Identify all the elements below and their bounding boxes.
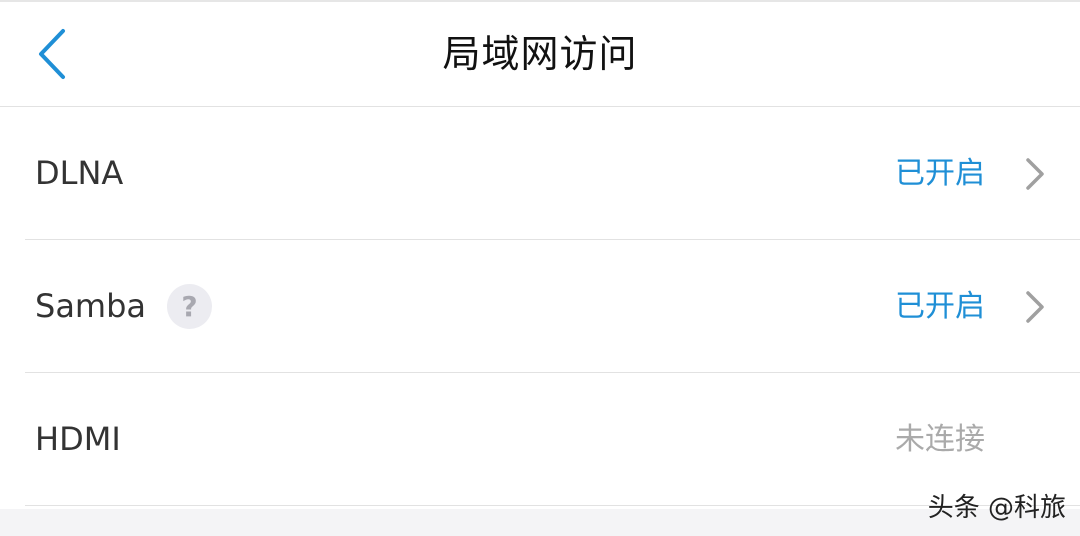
page-title: 局域网访问 <box>442 32 638 76</box>
list-item-samba[interactable]: Samba ? 已开启 <box>0 240 1080 373</box>
row-label: DLNA <box>35 154 124 192</box>
chevron-right-icon <box>1026 291 1044 323</box>
watermark-text: 头条 @科旅 <box>927 493 1066 523</box>
page-background <box>0 509 1080 536</box>
list-item-dlna[interactable]: DLNA 已开启 <box>0 107 1080 240</box>
status-text: 已开启 <box>895 289 985 324</box>
chevron-right-icon <box>1026 158 1044 190</box>
divider <box>25 505 1080 506</box>
chevron-left-icon <box>39 29 65 79</box>
back-button[interactable] <box>22 20 82 88</box>
status-text: 未连接 <box>895 422 985 457</box>
help-icon[interactable]: ? <box>167 284 212 329</box>
row-label: HDMI <box>35 420 121 458</box>
list-item-hdmi[interactable]: HDMI 未连接 <box>0 373 1080 506</box>
row-label: Samba <box>35 287 147 325</box>
nav-header: 局域网访问 <box>0 2 1080 107</box>
status-text: 已开启 <box>895 156 985 191</box>
settings-list: DLNA 已开启 Samba ? 已开启 HDMI 未连接 <box>0 107 1080 506</box>
